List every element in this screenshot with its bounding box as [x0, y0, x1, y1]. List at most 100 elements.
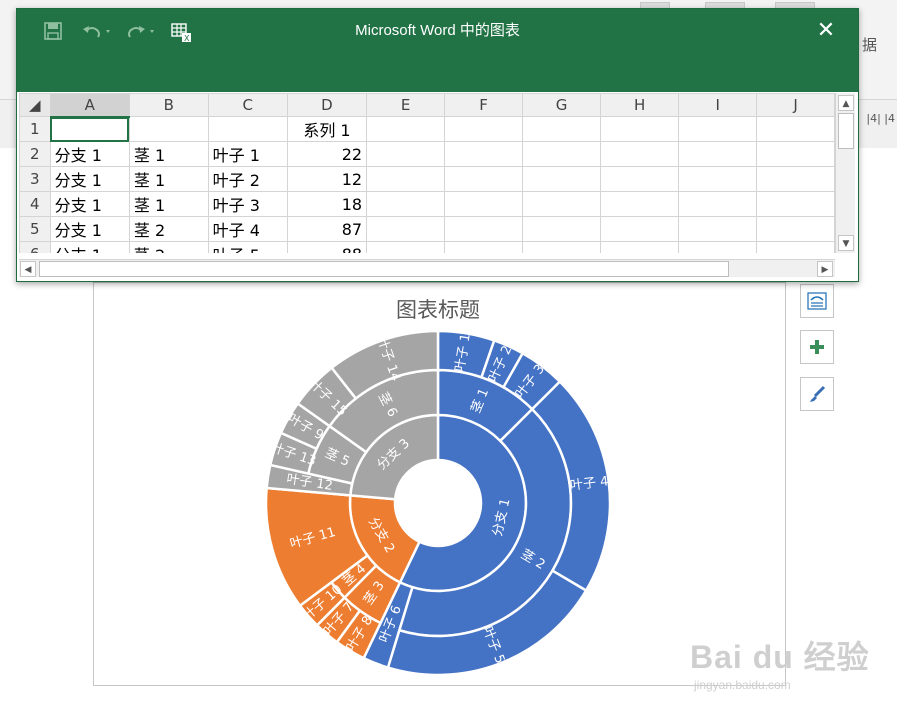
cell[interactable] [600, 166, 680, 192]
cell[interactable] [678, 216, 758, 242]
table-row: 3 分支 1 茎 1 叶子 2 12 [19, 166, 835, 192]
row-header[interactable]: 6 [19, 241, 51, 253]
cell[interactable] [756, 166, 835, 192]
chart-title[interactable]: 图表标题 [338, 294, 538, 324]
row-header[interactable]: 5 [19, 216, 51, 242]
cell-a1[interactable] [49, 116, 130, 142]
ruler-markings: |4| |4 [866, 112, 895, 125]
cell[interactable] [600, 191, 680, 217]
cell[interactable] [756, 191, 835, 217]
cell[interactable] [522, 241, 602, 253]
column-header[interactable]: A [49, 93, 130, 118]
cell[interactable]: 叶子 5 [207, 241, 288, 253]
cell[interactable] [756, 116, 835, 142]
cell[interactable] [444, 166, 524, 192]
row-header[interactable]: 3 [19, 166, 51, 192]
cell[interactable]: 茎 1 [128, 141, 209, 167]
column-header[interactable]: D [286, 93, 368, 117]
cell[interactable]: 叶子 4 [207, 216, 288, 242]
column-header[interactable]: I [678, 93, 758, 117]
cell[interactable]: 分支 1 [49, 241, 130, 253]
cell[interactable] [444, 191, 524, 217]
cell[interactable] [756, 241, 835, 253]
scroll-down-icon[interactable]: ▼ [838, 235, 854, 251]
spreadsheet-grid[interactable]: ◢ A B C D E F G H I J 1 系列 1 2 分支 1 茎 1 … [19, 93, 835, 253]
scroll-thumb[interactable] [39, 261, 729, 277]
cell[interactable] [600, 116, 680, 142]
excel-titlebar: X Microsoft Word 中的图表 ✕ [17, 9, 858, 92]
cell[interactable]: 87 [286, 216, 368, 242]
cell[interactable] [600, 216, 680, 242]
column-header[interactable]: J [756, 93, 835, 117]
cell[interactable]: 叶子 2 [207, 166, 288, 192]
chart-styles-button[interactable] [800, 377, 834, 411]
cell[interactable] [522, 116, 602, 142]
spreadsheet-table[interactable]: ◢ A B C D E F G H I J 1 系列 1 2 分支 1 茎 1 … [19, 93, 835, 253]
cell[interactable] [600, 141, 680, 167]
column-header[interactable]: C [207, 93, 288, 117]
cell[interactable]: 茎 1 [128, 191, 209, 217]
cell[interactable]: 茎 1 [128, 166, 209, 192]
excel-chart-data-window[interactable]: X Microsoft Word 中的图表 ✕ ◢ A B C D E F G … [16, 8, 859, 282]
column-header[interactable]: B [128, 93, 209, 117]
cell[interactable] [756, 141, 835, 167]
vertical-scrollbar[interactable]: ▲ ▼ [835, 93, 855, 253]
cell[interactable]: 12 [286, 166, 368, 192]
excel-window-title: Microsoft Word 中的图表 [355, 22, 520, 39]
cell[interactable]: 分支 1 [49, 191, 130, 217]
cell[interactable]: 分支 1 [49, 141, 130, 167]
cell[interactable] [128, 116, 209, 142]
column-header[interactable]: G [522, 93, 602, 117]
cell[interactable] [522, 141, 602, 167]
column-header[interactable]: F [444, 93, 524, 117]
cell[interactable] [678, 141, 758, 167]
cell[interactable] [678, 191, 758, 217]
cell[interactable] [678, 166, 758, 192]
cell[interactable] [444, 141, 524, 167]
cell[interactable] [444, 216, 524, 242]
watermark-logo: Bai du 经验 [690, 639, 870, 675]
cell[interactable]: 叶子 1 [207, 141, 288, 167]
column-header[interactable]: E [366, 93, 446, 117]
row-header[interactable]: 4 [19, 191, 51, 217]
cell[interactable]: 分支 1 [49, 216, 130, 242]
cell[interactable]: 18 [286, 191, 368, 217]
cell[interactable]: 分支 1 [49, 166, 130, 192]
scroll-right-icon[interactable]: ▶ [817, 261, 833, 277]
cell[interactable] [366, 191, 446, 217]
cell[interactable]: 茎 2 [128, 216, 209, 242]
row-header[interactable]: 2 [19, 141, 51, 167]
cell[interactable] [522, 216, 602, 242]
cell[interactable] [522, 191, 602, 217]
scroll-left-icon[interactable]: ◀ [20, 261, 36, 277]
cell[interactable] [600, 241, 680, 253]
close-icon[interactable]: ✕ [812, 17, 840, 45]
cell[interactable] [444, 241, 524, 253]
ribbon-data-label[interactable]: 据 [862, 34, 877, 55]
chart-elements-button[interactable] [800, 330, 834, 364]
chart-frame[interactable] [93, 282, 786, 686]
layout-options-button[interactable] [800, 284, 834, 318]
cell[interactable] [366, 116, 446, 142]
row-header[interactable]: 1 [19, 116, 51, 142]
column-header[interactable]: H [600, 93, 680, 117]
cell[interactable]: 系列 1 [286, 116, 368, 142]
cell[interactable]: 茎 2 [128, 241, 209, 253]
cell[interactable] [678, 116, 758, 142]
cell[interactable]: 叶子 3 [207, 191, 288, 217]
horizontal-scrollbar[interactable]: ◀ ▶ [19, 259, 835, 277]
cell[interactable] [444, 116, 524, 142]
select-all-corner[interactable]: ◢ [19, 93, 51, 117]
cell[interactable]: 22 [286, 141, 368, 167]
cell[interactable] [678, 241, 758, 253]
cell[interactable]: 88 [286, 241, 368, 253]
cell[interactable] [207, 116, 288, 142]
cell[interactable] [522, 166, 602, 192]
scroll-thumb[interactable] [838, 113, 854, 149]
cell[interactable] [756, 216, 835, 242]
cell[interactable] [366, 241, 446, 253]
scroll-up-icon[interactable]: ▲ [838, 95, 854, 111]
cell[interactable] [366, 141, 446, 167]
cell[interactable] [366, 216, 446, 242]
cell[interactable] [366, 166, 446, 192]
